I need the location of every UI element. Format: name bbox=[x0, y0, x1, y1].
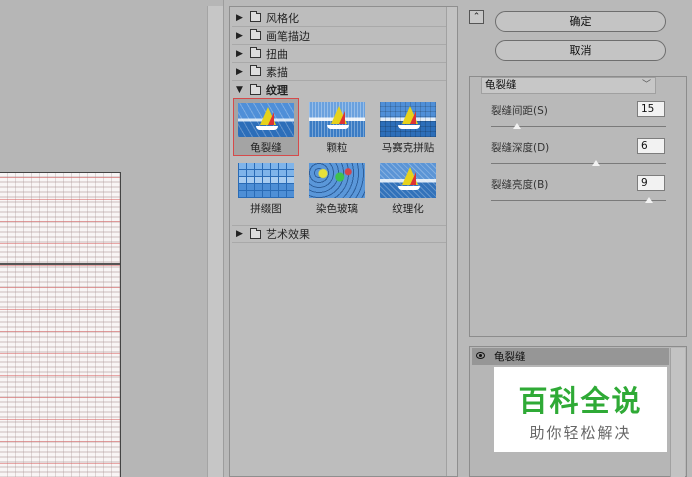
filter-patchwork[interactable]: 拼缀图 bbox=[233, 159, 299, 217]
filter-label: 龟裂缝 bbox=[250, 142, 282, 154]
crack-depth-slider[interactable] bbox=[491, 163, 666, 164]
category-label: 画笔描边 bbox=[266, 29, 310, 43]
eye-icon[interactable] bbox=[476, 352, 485, 359]
watermark-logo: 百科全说 助你轻松解决 bbox=[494, 367, 667, 452]
filter-label: 纹理化 bbox=[392, 203, 424, 215]
filter-craquelure[interactable]: 龟裂缝 bbox=[233, 98, 299, 156]
crack-spacing-slider-thumb[interactable] bbox=[513, 123, 522, 129]
open-folder-icon bbox=[250, 83, 261, 95]
category-texture[interactable]: ▼ 纹理 bbox=[232, 81, 446, 99]
expand-arrow-icon: ▶ bbox=[236, 12, 243, 23]
effect-layer-name: 龟裂缝 bbox=[494, 351, 526, 363]
folder-icon bbox=[250, 47, 261, 58]
crack-brightness-slider-thumb[interactable] bbox=[644, 197, 653, 203]
expand-arrow-icon: ▶ bbox=[236, 30, 243, 41]
layers-scrollbar[interactable] bbox=[670, 348, 685, 477]
collapse-arrow-icon: ▼ bbox=[236, 85, 243, 95]
filter-label: 颗粒 bbox=[326, 142, 348, 154]
expand-arrow-icon: ▶ bbox=[236, 229, 243, 239]
expand-arrow-icon: ▶ bbox=[236, 66, 243, 77]
boat-mosaic-thumbnail bbox=[380, 102, 436, 137]
category-sketch[interactable]: ▶ 素描 bbox=[232, 63, 446, 81]
crack-spacing-input[interactable]: 15 bbox=[637, 101, 665, 117]
crack-depth-label: 裂缝深度(D) bbox=[491, 142, 550, 154]
crack-brightness-label: 裂缝亮度(B) bbox=[491, 179, 549, 191]
filter-label: 染色玻璃 bbox=[316, 203, 358, 215]
category-artistic[interactable]: ▶ 艺术效果 bbox=[232, 225, 446, 243]
crack-brightness-input[interactable]: 9 bbox=[637, 175, 665, 191]
folder-icon bbox=[250, 65, 261, 76]
filter-select-dropdown[interactable]: 龟裂缝 ﹀ bbox=[481, 77, 656, 94]
watermark-subtitle: 助你轻松解决 bbox=[529, 424, 632, 442]
expand-arrow-icon: ▶ bbox=[236, 48, 243, 59]
filter-stained-glass[interactable]: 染色玻璃 bbox=[304, 159, 370, 217]
tiles-thumbnail bbox=[238, 163, 294, 198]
crack-depth-input[interactable]: 6 bbox=[637, 138, 665, 154]
category-distort[interactable]: ▶ 扭曲 bbox=[232, 45, 446, 63]
folder-icon bbox=[250, 11, 261, 22]
folder-icon bbox=[250, 227, 261, 239]
filter-label: 马赛克拼贴 bbox=[381, 142, 435, 154]
collapse-up-icon: ⌃ bbox=[472, 12, 481, 22]
category-label: 素描 bbox=[266, 65, 288, 79]
preview-image[interactable] bbox=[0, 172, 121, 477]
preview-scrollbar[interactable] bbox=[207, 6, 223, 477]
preview-panel bbox=[0, 0, 224, 477]
category-stylize[interactable]: ▶ 风格化 bbox=[232, 9, 446, 27]
category-label: 纹理 bbox=[266, 84, 288, 97]
stained-glass-thumbnail bbox=[309, 163, 365, 198]
watermark-title: 百科全说 bbox=[518, 384, 643, 418]
filter-gallery-panel: ▶ 风格化 ▶ 画笔描边 ▶ 扭曲 ▶ 素描 ▼ 纹理 龟裂缝 颗粒 马赛克拼贴… bbox=[229, 6, 458, 477]
cancel-button[interactable]: 取消 bbox=[495, 40, 666, 61]
filter-texturizer[interactable]: 纹理化 bbox=[375, 159, 441, 217]
category-label: 风格化 bbox=[266, 11, 299, 25]
filter-select-value: 龟裂缝 bbox=[485, 79, 517, 91]
category-brush-strokes[interactable]: ▶ 画笔描边 bbox=[232, 27, 446, 45]
folder-icon bbox=[250, 29, 261, 40]
chevron-down-icon: ﹀ bbox=[641, 80, 651, 90]
filter-mosaic-tiles[interactable]: 马赛克拼贴 bbox=[375, 98, 441, 156]
boat-grain-thumbnail bbox=[309, 102, 365, 137]
ok-button[interactable]: 确定 bbox=[495, 11, 666, 32]
filter-list-scrollbar[interactable] bbox=[446, 7, 457, 476]
boat-crack-thumbnail bbox=[238, 103, 294, 137]
effect-layer-row[interactable]: 龟裂缝 bbox=[472, 348, 669, 365]
filter-grain[interactable]: 颗粒 bbox=[304, 98, 370, 156]
crack-brightness-slider[interactable] bbox=[491, 200, 666, 201]
crack-spacing-label: 裂缝间距(S) bbox=[491, 105, 548, 117]
crack-depth-slider-thumb[interactable] bbox=[592, 160, 600, 166]
boat-texture-thumbnail bbox=[380, 163, 436, 198]
category-label: 艺术效果 bbox=[266, 228, 310, 241]
filter-label: 拼缀图 bbox=[250, 203, 282, 215]
category-label: 扭曲 bbox=[266, 47, 288, 61]
collapse-gallery-button[interactable]: ⌃ bbox=[469, 10, 484, 24]
preview-crack-line bbox=[0, 263, 120, 265]
